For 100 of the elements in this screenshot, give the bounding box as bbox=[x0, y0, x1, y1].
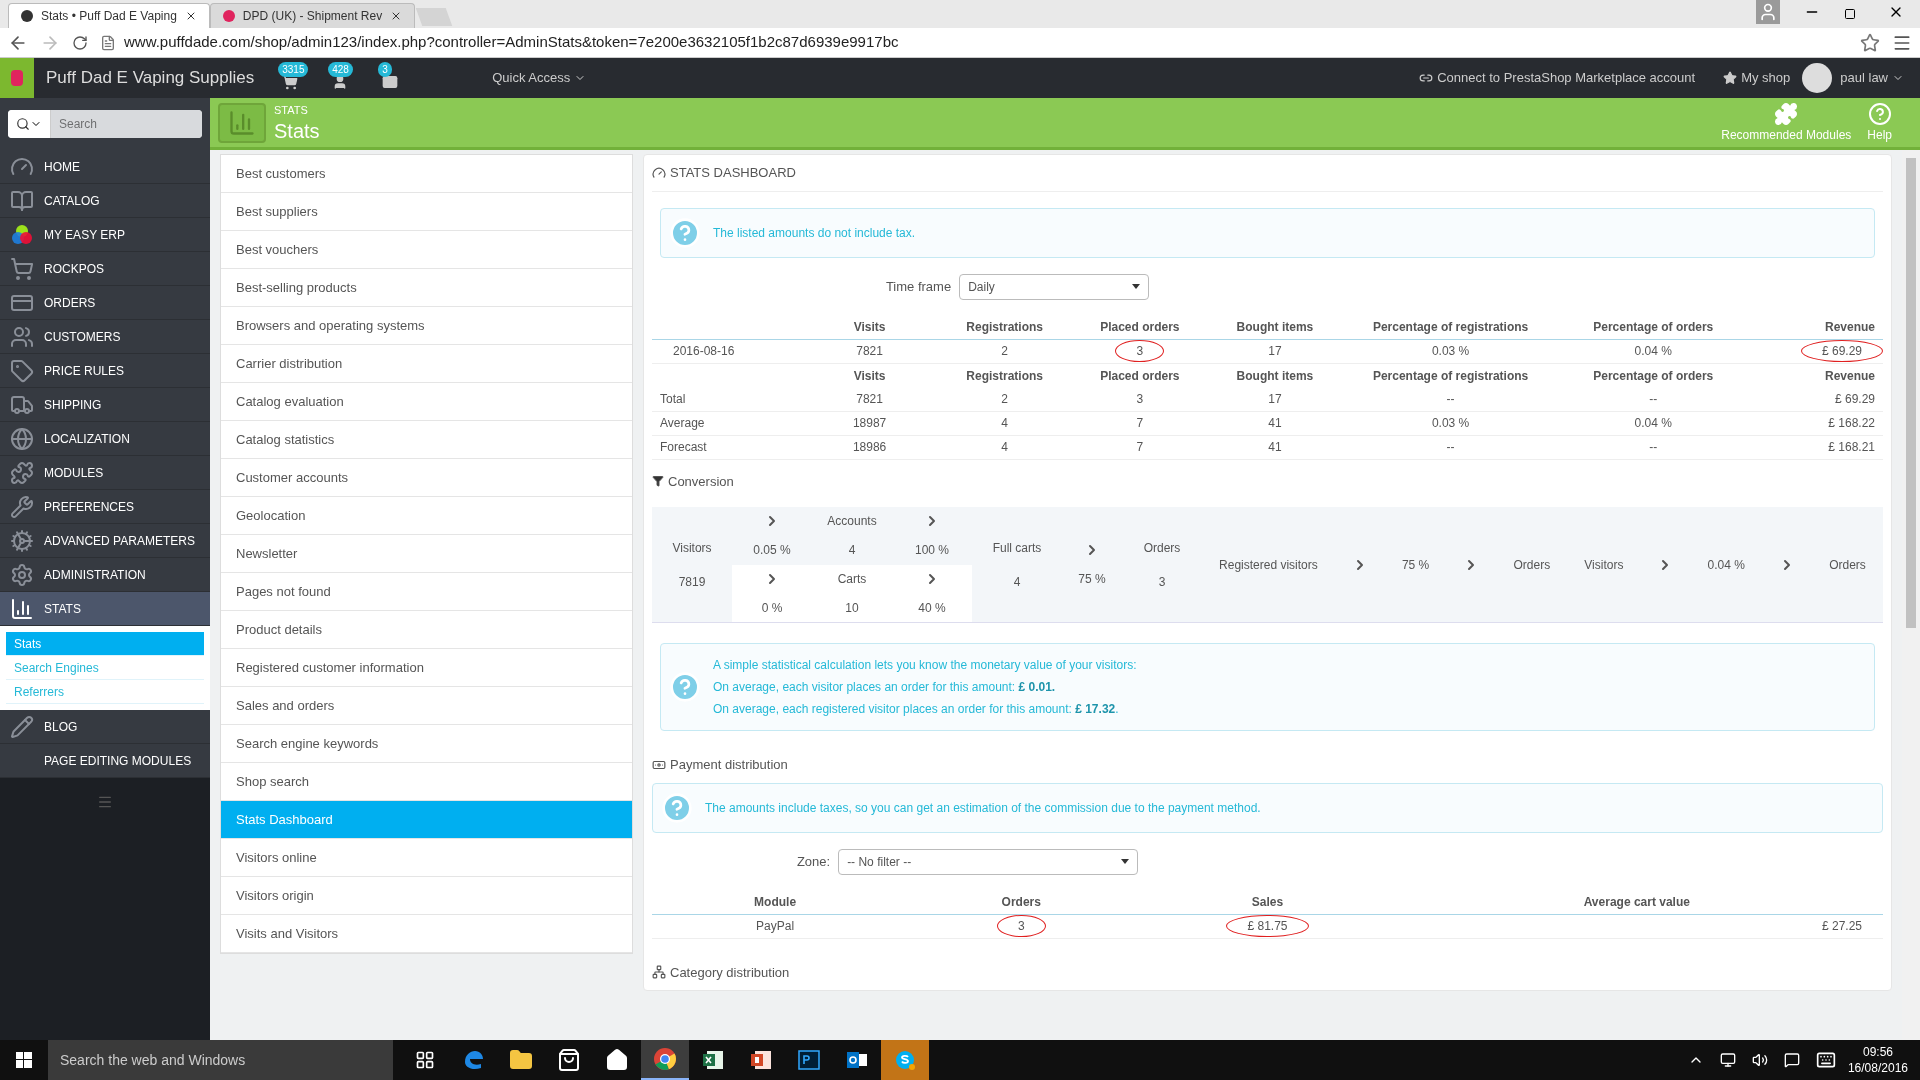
menu-item-icon bbox=[10, 324, 34, 349]
volume-icon[interactable] bbox=[1751, 1052, 1768, 1068]
browser-tab[interactable]: DPD (UK) - Shipment Rev bbox=[209, 3, 416, 28]
stats-list-item[interactable]: Browsers and operating systems bbox=[221, 307, 632, 345]
chat-app-icon bbox=[893, 1048, 917, 1072]
chrome-icon bbox=[653, 1047, 677, 1071]
sidebar-item[interactable]: MY EASY ERP bbox=[0, 218, 210, 252]
star-icon bbox=[1723, 71, 1738, 85]
table-cell-text: PayPal bbox=[755, 918, 796, 935]
stats-list-item[interactable]: Visits and Visitors bbox=[221, 915, 632, 953]
taskbar-search[interactable]: Search the web and Windows bbox=[48, 1040, 393, 1080]
sidebar-item[interactable]: STATS bbox=[0, 592, 210, 626]
dropdown[interactable]: -- No filter -- bbox=[838, 848, 1139, 875]
table-cell-text: 18986 bbox=[851, 439, 888, 456]
restore-icon[interactable] bbox=[1844, 8, 1856, 20]
user-menu[interactable]: paul law bbox=[1802, 63, 1904, 93]
stats-list-item[interactable]: Catalog evaluation bbox=[221, 383, 632, 421]
stats-list-item[interactable]: Carrier distribution bbox=[221, 345, 632, 383]
stats-list-item[interactable]: Sales and orders bbox=[221, 687, 632, 725]
quick-access-menu[interactable]: Quick Access bbox=[492, 68, 587, 88]
profile-icon[interactable] bbox=[1756, 0, 1780, 24]
column-header: Orders bbox=[1000, 894, 1042, 911]
menu-item-icon bbox=[10, 358, 34, 383]
sidebar-item[interactable]: CUSTOMERS bbox=[0, 320, 210, 354]
sidebar-item[interactable]: LOCALIZATION bbox=[0, 422, 210, 456]
clock-date[interactable]: 16/08/2016 bbox=[1847, 1060, 1908, 1076]
menu-item-icon bbox=[10, 460, 34, 485]
search-scope-button[interactable] bbox=[8, 110, 51, 138]
sidebar-item[interactable]: SHIPPING bbox=[0, 388, 210, 422]
reload-icon[interactable] bbox=[72, 34, 88, 51]
stats-list-item[interactable]: Visitors online bbox=[221, 839, 632, 877]
stats-list-item[interactable]: Best vouchers bbox=[221, 231, 632, 269]
stats-list-item[interactable]: Catalog statistics bbox=[221, 421, 632, 459]
funnel-rate: 0.05 % bbox=[753, 542, 791, 560]
cart-icon[interactable] bbox=[282, 74, 299, 90]
column-header: Percentage of registrations bbox=[1371, 367, 1530, 385]
sidebar-item[interactable]: MODULES bbox=[0, 456, 210, 490]
table-cell-text: 41 bbox=[1267, 415, 1283, 432]
notifications-icon[interactable] bbox=[1783, 1052, 1800, 1068]
column-header: Bought items bbox=[1235, 319, 1315, 336]
stats-list-item[interactable]: Visitors origin bbox=[221, 877, 632, 915]
stats-list-item[interactable]: Registered customer information bbox=[221, 649, 632, 687]
slides-icon bbox=[749, 1048, 773, 1072]
stats-list-item[interactable]: Search engine keywords bbox=[221, 725, 632, 763]
column-header: Percentage of orders bbox=[1592, 367, 1715, 385]
search-field[interactable]: Search bbox=[8, 110, 202, 138]
table-cell-text: 41 bbox=[1267, 439, 1283, 456]
stats-list-item[interactable]: Best-selling products bbox=[221, 269, 632, 307]
column-header: Placed orders bbox=[1099, 367, 1181, 385]
funnel-rate: 0.04 % bbox=[1707, 556, 1745, 574]
sidebar-item[interactable]: ROCKPOS bbox=[0, 252, 210, 286]
sidebar-item[interactable]: BLOG bbox=[0, 710, 210, 744]
stats-list-item[interactable]: Geolocation bbox=[221, 497, 632, 535]
network-icon[interactable] bbox=[1719, 1052, 1736, 1068]
column-header: Revenue bbox=[1823, 319, 1876, 336]
table-cell-text: 2 bbox=[1000, 343, 1010, 360]
dropdown[interactable]: Daily bbox=[959, 273, 1150, 300]
puzzle-icon bbox=[1774, 101, 1799, 126]
funnel-value: 4 bbox=[848, 542, 856, 560]
section-title: Conversion bbox=[668, 472, 734, 491]
stats-list-item[interactable]: Best customers bbox=[221, 155, 632, 193]
sidebar-item[interactable]: ORDERS bbox=[0, 286, 210, 320]
table-cell-text: 7821 bbox=[855, 343, 884, 360]
keyboard-icon[interactable] bbox=[1815, 1050, 1836, 1070]
table-cell-text: £ 27.25 bbox=[1820, 918, 1863, 935]
spreadsheet-icon bbox=[701, 1048, 725, 1072]
bookmark-star-icon[interactable] bbox=[1860, 32, 1880, 53]
stats-list-item[interactable]: Product details bbox=[221, 611, 632, 649]
funnel-rate: 100 % bbox=[915, 542, 949, 560]
panel-title: STATS DASHBOARD bbox=[670, 164, 796, 182]
sidebar-item[interactable]: PREFERENCES bbox=[0, 490, 210, 524]
menu-item-icon bbox=[10, 256, 34, 281]
sidebar-item[interactable]: PRICE RULES bbox=[0, 354, 210, 388]
sidebar-item[interactable]: ADVANCED PARAMETERS bbox=[0, 524, 210, 558]
sidebar-item[interactable]: PAGE EDITING MODULES bbox=[0, 744, 210, 778]
marketplace-link[interactable]: Connect to PrestaShop Marketplace account bbox=[1419, 68, 1696, 88]
taskbar-app[interactable] bbox=[641, 1040, 689, 1080]
link-icon bbox=[1419, 71, 1434, 85]
my-shop-link[interactable]: My shop bbox=[1723, 68, 1791, 88]
sidebar-item[interactable]: CATALOG bbox=[0, 184, 210, 218]
windows-logo-icon[interactable] bbox=[16, 1052, 32, 1068]
column-header: Module bbox=[753, 894, 798, 911]
table-cell-text: £ 168.21 bbox=[1827, 439, 1876, 456]
favicon-icon bbox=[222, 10, 235, 22]
browser-tab[interactable]: Stats • Puff Dad E Vaping bbox=[8, 3, 210, 28]
caret-icon bbox=[1132, 284, 1141, 289]
sidebar-item[interactable]: HOME bbox=[0, 150, 210, 184]
stats-list-item[interactable]: Pages not found bbox=[221, 573, 632, 611]
stats-list-item[interactable]: Best suppliers bbox=[221, 193, 632, 231]
clock-time[interactable]: 09:56 bbox=[1862, 1044, 1893, 1060]
notice-text: A simple statistical calculation lets you know the monetary value of your visitors: bbox=[713, 657, 1137, 674]
mail-icon[interactable] bbox=[382, 74, 399, 90]
sidebar-item[interactable]: ADMINISTRATION bbox=[0, 558, 210, 592]
funnel-value: 4 bbox=[1012, 573, 1022, 591]
stats-list-item[interactable]: Customer accounts bbox=[221, 459, 632, 497]
column-header: Visits bbox=[852, 367, 887, 385]
shop-name[interactable]: Puff Dad E Vaping Supplies bbox=[46, 65, 255, 91]
field-label: Time frame bbox=[885, 277, 952, 296]
funnel-rate: 0 % bbox=[761, 599, 783, 617]
stats-list-item[interactable]: Newsletter bbox=[221, 535, 632, 573]
